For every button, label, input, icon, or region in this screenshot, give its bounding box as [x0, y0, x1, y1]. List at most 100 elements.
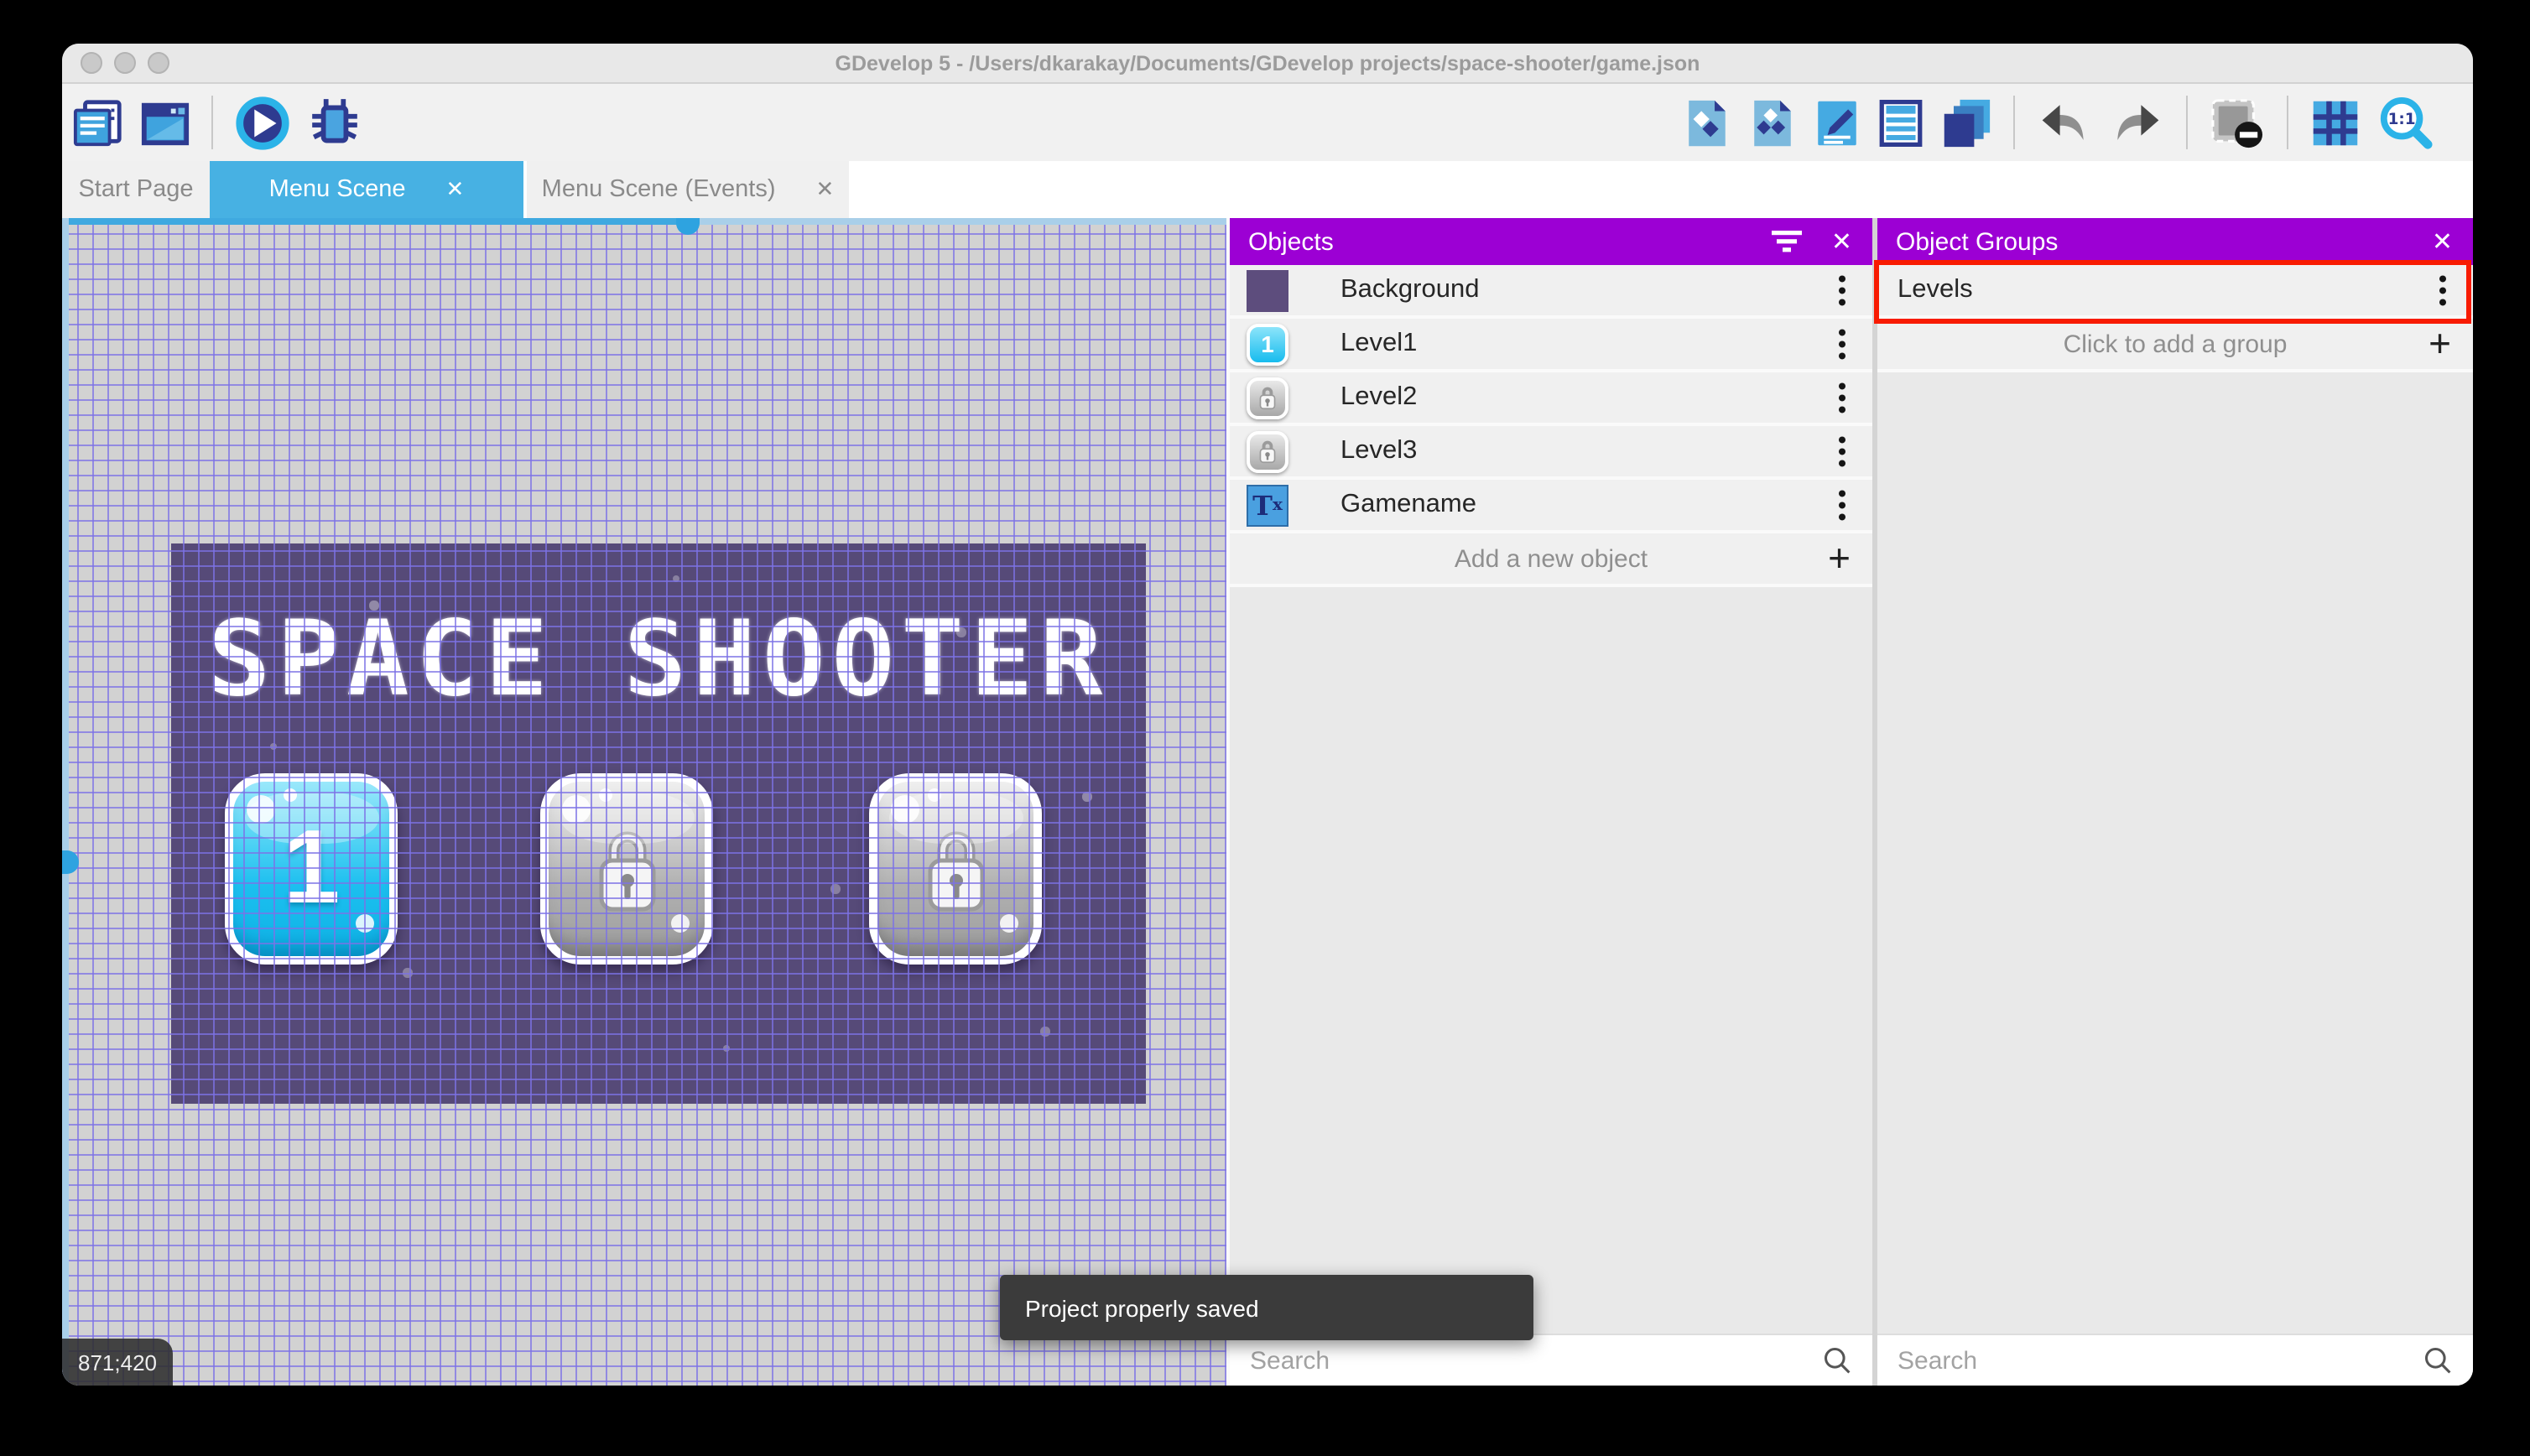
add-group-label: Click to add a group: [2063, 330, 2288, 358]
object-name: Gamename: [1340, 490, 1476, 518]
groups-list: Levels: [1877, 265, 2473, 319]
objects-search-bar: [1230, 1334, 1872, 1386]
vertical-scrollbar[interactable]: [62, 218, 79, 1386]
kebab-menu-icon[interactable]: [1839, 379, 1845, 415]
object-row[interactable]: Level2: [1230, 372, 1872, 426]
scrollbar-fill: [62, 218, 688, 225]
instances-list-icon[interactable]: [1877, 96, 1924, 148]
object-thumbnail: 1: [1247, 323, 1288, 365]
object-row[interactable]: Background: [1230, 265, 1872, 319]
close-panel-icon[interactable]: ✕: [2432, 226, 2453, 257]
tab-menu-scene[interactable]: Menu Scene ✕: [210, 161, 523, 218]
undo-icon[interactable]: [2037, 98, 2092, 147]
level1-button-instance[interactable]: 1: [225, 773, 398, 965]
add-object-row[interactable]: Add a new object +: [1230, 533, 1872, 587]
horizontal-scroll-thumb[interactable]: [676, 218, 700, 235]
toolbar-left-group: [72, 92, 362, 153]
object-row[interactable]: 1 Level1: [1230, 319, 1872, 372]
toolbar-right-group: 1:1: [1683, 92, 2433, 153]
object-thumbnail: [1247, 430, 1288, 472]
plus-icon[interactable]: +: [2428, 324, 2451, 363]
close-tab-icon[interactable]: ✕: [816, 176, 835, 203]
zoom-1-1-icon[interactable]: 1:1: [2377, 95, 2433, 150]
kebab-menu-icon[interactable]: [1839, 272, 1845, 308]
close-tab-icon[interactable]: ✕: [446, 176, 465, 203]
object-groups-editor-icon[interactable]: [1748, 96, 1797, 148]
group-name: Levels: [1898, 275, 1973, 304]
start-page-icon[interactable]: [139, 96, 191, 148]
panel-header-actions: ✕: [1771, 218, 1852, 265]
debug-icon[interactable]: [307, 95, 362, 150]
bubble: [562, 795, 591, 824]
bubble: [356, 914, 374, 933]
tab-label: Start Page: [78, 176, 194, 203]
kebab-menu-icon[interactable]: [2439, 272, 2446, 308]
bubble: [671, 914, 690, 933]
bubble: [1000, 914, 1018, 933]
grid-icon[interactable]: [2310, 96, 2361, 148]
save-toast: Project properly saved: [1000, 1275, 1533, 1340]
cursor-coordinates-badge: 871;420: [62, 1339, 173, 1386]
star-dots: [171, 543, 174, 547]
scene-editor-canvas[interactable]: SPACE SHOOTER 1 871;420: [62, 218, 1226, 1386]
tab-menu-scene-events[interactable]: Menu Scene (Events) ✕: [527, 161, 849, 218]
object-name: Level2: [1340, 382, 1418, 411]
object-row[interactable]: Tx Gamename: [1230, 480, 1872, 533]
kebab-menu-icon[interactable]: [1839, 486, 1845, 523]
properties-icon[interactable]: [1814, 96, 1861, 148]
object-groups-panel-title: Object Groups: [1896, 227, 2059, 256]
add-object-label: Add a new object: [1454, 544, 1648, 573]
titlebar: GDevelop 5 - /Users/dkarakay/Documents/G…: [62, 44, 2473, 84]
objects-editor-icon[interactable]: [1683, 96, 1731, 148]
objects-panel-title: Objects: [1248, 227, 1334, 256]
toolbar: 1:1: [62, 84, 2473, 161]
background-object-instance[interactable]: SPACE SHOOTER 1: [171, 543, 1146, 1104]
layers-icon[interactable]: [1941, 96, 1991, 148]
toolbar-separator: [211, 96, 213, 149]
objects-search-input[interactable]: [1230, 1346, 1822, 1375]
filter-icon[interactable]: [1771, 230, 1804, 253]
search-icon: [1822, 1345, 1852, 1375]
object-name: Level3: [1340, 436, 1418, 465]
toolbar-separator: [2013, 96, 2015, 149]
groups-search-bar: [1877, 1334, 2473, 1386]
bubble: [247, 795, 275, 824]
objects-list: Background 1 Level1 Level2 Level3 Tx Gam…: [1230, 265, 1872, 533]
bubble: [928, 788, 941, 802]
close-panel-icon[interactable]: ✕: [1831, 226, 1852, 257]
mask-preview-icon[interactable]: [2210, 96, 2265, 148]
svg-text:1:1: 1:1: [2388, 110, 2416, 127]
object-thumbnail: [1247, 269, 1288, 311]
add-group-row[interactable]: Click to add a group +: [1877, 319, 2473, 372]
object-groups-panel: Object Groups ✕ Levels Click to add a gr…: [1877, 218, 2473, 1386]
groups-search-input[interactable]: [1877, 1346, 2423, 1375]
tab-label: Menu Scene (Events): [541, 176, 776, 203]
search-icon: [2423, 1345, 2453, 1375]
object-row[interactable]: Level3: [1230, 426, 1872, 480]
screenshot-stage: GDevelop 5 - /Users/dkarakay/Documents/G…: [0, 0, 2530, 1456]
panel-header-actions: ✕: [2432, 218, 2453, 265]
project-manager-icon[interactable]: [72, 96, 124, 148]
toolbar-separator: [2287, 96, 2288, 149]
kebab-menu-icon[interactable]: [1839, 433, 1845, 469]
level3-button-instance[interactable]: [869, 773, 1042, 965]
group-row[interactable]: Levels: [1877, 265, 2473, 319]
kebab-menu-icon[interactable]: [1839, 325, 1845, 361]
tab-label: Menu Scene: [268, 176, 406, 203]
bubble: [284, 788, 297, 802]
horizontal-scrollbar[interactable]: [62, 218, 1226, 235]
toast-message: Project properly saved: [1025, 1294, 1259, 1321]
level2-button-instance[interactable]: [540, 773, 713, 965]
vertical-scroll-thumb[interactable]: [62, 850, 79, 874]
play-preview-icon[interactable]: [233, 93, 292, 152]
bubble: [599, 788, 612, 802]
objects-panel: Objects ✕ Background 1 Level1 Level2 Lev…: [1226, 218, 1872, 1386]
plus-icon[interactable]: +: [1828, 538, 1851, 578]
redo-icon[interactable]: [2109, 98, 2164, 147]
tab-start-page[interactable]: Start Page: [62, 161, 210, 218]
bubble: [891, 795, 919, 824]
object-thumbnail: Tx: [1247, 484, 1288, 526]
window-title: GDevelop 5 - /Users/dkarakay/Documents/G…: [835, 52, 1700, 75]
toolbar-separator: [2186, 96, 2188, 149]
gdevelop-window: GDevelop 5 - /Users/dkarakay/Documents/G…: [62, 44, 2473, 1386]
